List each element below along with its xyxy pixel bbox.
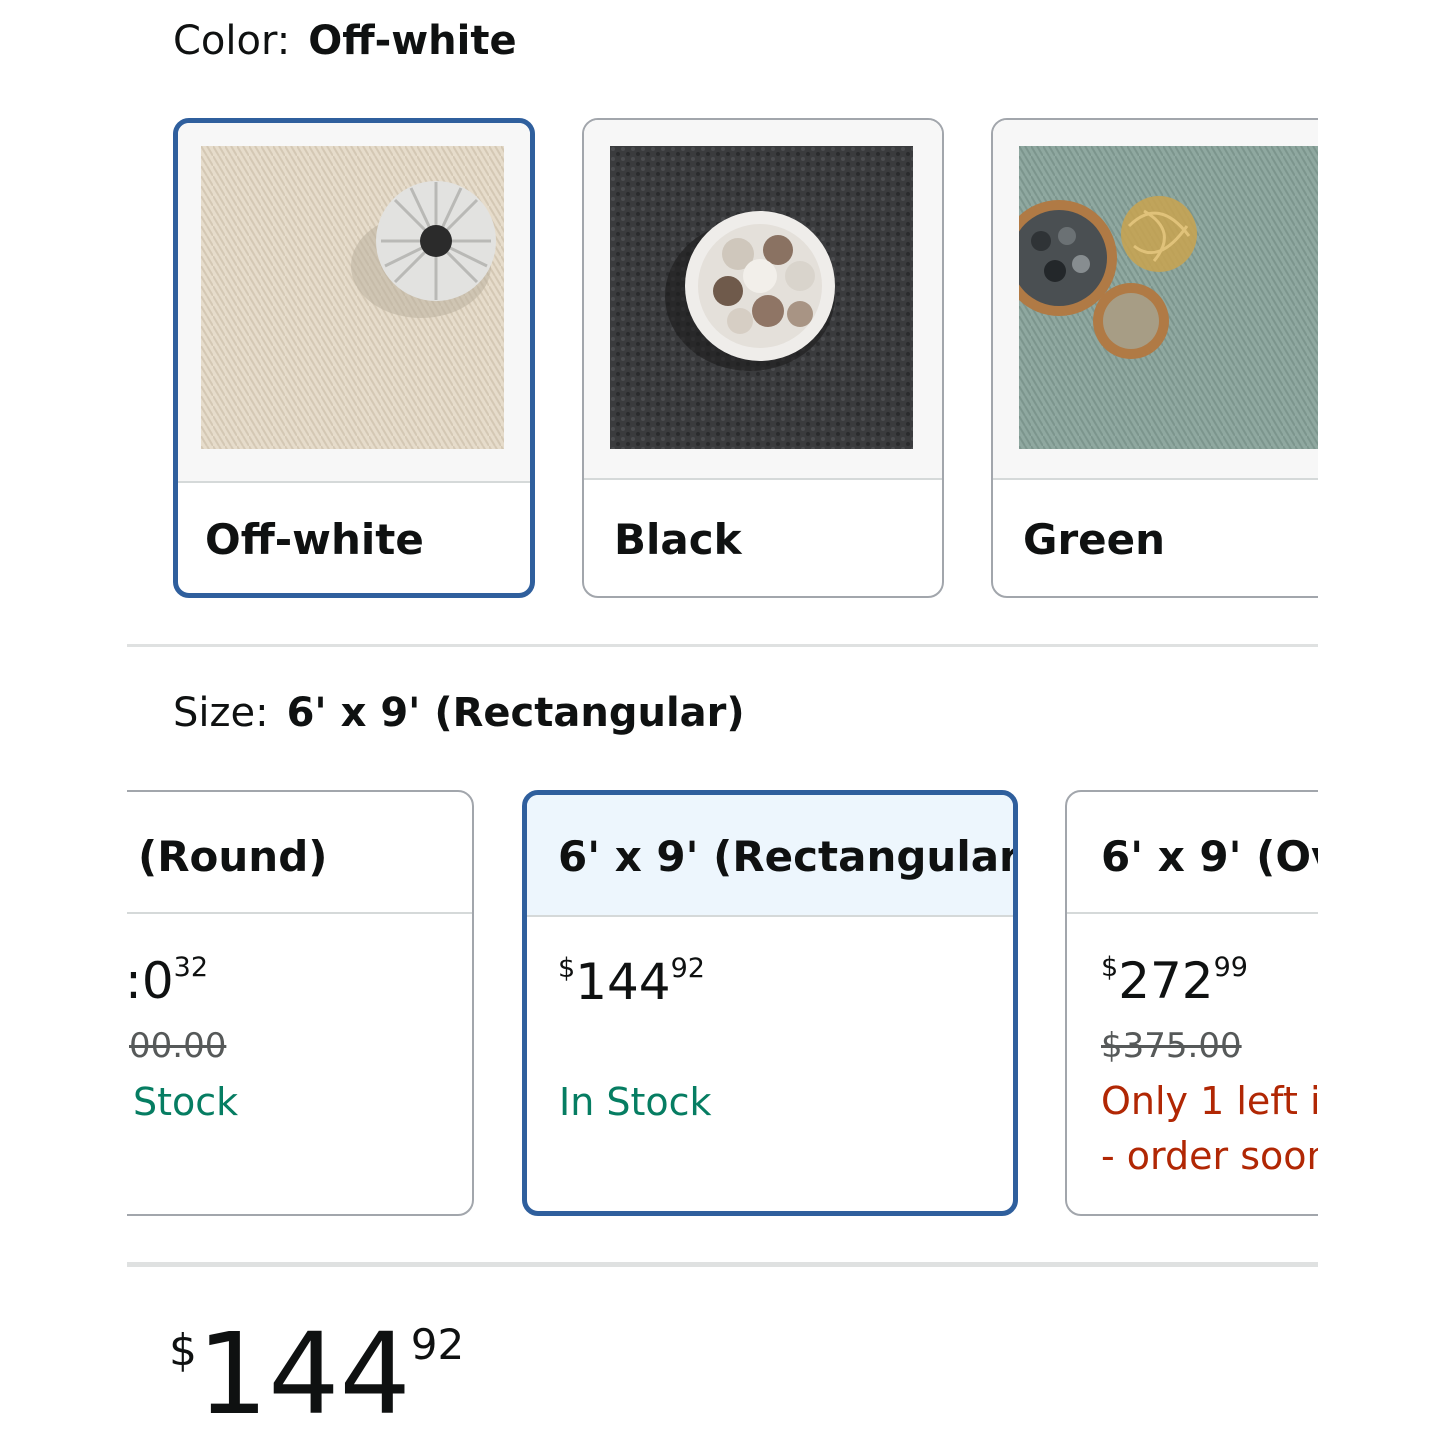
size-option-availability: Stock: [133, 1080, 239, 1124]
swatch-label: Green: [1023, 515, 1166, 564]
size-label: Size:: [173, 690, 269, 736]
variation-panel: Color: Off-white Off-white Black Green S…: [127, 0, 1318, 1445]
color-swatch-green[interactable]: Green: [991, 118, 1318, 598]
color-heading: Color: Off-white: [173, 18, 517, 64]
size-option-round[interactable]: (Round) :032 00.00 Stock: [127, 790, 474, 1216]
size-option-price: $14492: [558, 953, 705, 1011]
section-divider: [127, 644, 1318, 647]
size-option-title: (Round): [138, 832, 328, 881]
size-heading: Size: 6' x 9' (Rectangular): [173, 690, 745, 736]
green-bowls-rug-image: [1019, 146, 1318, 449]
size-option-availability: Only 1 left i - order soon: [1101, 1074, 1318, 1184]
size-option-rectangular[interactable]: 6' x 9' (Rectangular) $14492 In Stock: [522, 790, 1018, 1216]
color-swatch-black[interactable]: Black: [582, 118, 944, 598]
size-option-price: $27299: [1101, 952, 1248, 1010]
black-bowl-rug-image: [610, 146, 913, 449]
price-cents: 92: [410, 1320, 465, 1369]
color-selected-value: Off-white: [308, 18, 517, 64]
buybox-price: $14492: [169, 1310, 464, 1440]
size-option-list-price: $375.00: [1101, 1026, 1242, 1066]
size-option-title: 6' x 9' (Rectangular): [558, 832, 1018, 881]
price-whole: 144: [575, 953, 671, 1011]
swatch-image-area: [584, 120, 942, 480]
price-cents: 92: [670, 953, 705, 984]
price-cents: 99: [1213, 952, 1248, 983]
swatch-image-area: [178, 123, 530, 483]
price-whole: 272: [1118, 952, 1214, 1010]
size-option-header: 6' x 9' (Rectangular): [527, 795, 1013, 917]
size-option-availability: In Stock: [559, 1080, 712, 1124]
price-symbol: $: [1101, 952, 1119, 983]
size-option-title: 6' x 9' (Ova: [1101, 832, 1318, 881]
price-whole: 144: [197, 1310, 411, 1440]
price-cents: 32: [173, 952, 209, 983]
size-option-price: :032: [127, 952, 208, 1010]
size-selected-value: 6' x 9' (Rectangular): [286, 690, 745, 736]
size-option-list-price: 00.00: [129, 1026, 227, 1066]
color-swatch-off-white[interactable]: Off-white: [173, 118, 535, 598]
size-option-header: 6' x 9' (Ova: [1067, 792, 1318, 914]
swatch-image-area: [993, 120, 1318, 480]
availability-line: - order soon: [1101, 1134, 1318, 1178]
swatch-label: Black: [614, 515, 742, 564]
color-label: Color:: [173, 18, 291, 64]
size-option-oval[interactable]: 6' x 9' (Ova $27299 $375.00 Only 1 left …: [1065, 790, 1318, 1216]
swatch-label: Off-white: [205, 515, 424, 564]
section-divider: [127, 1262, 1318, 1267]
off-white-vase-rug-image: [201, 146, 504, 449]
price-symbol: $: [558, 953, 576, 984]
price-whole: :0: [127, 952, 174, 1010]
price-symbol: $: [169, 1325, 197, 1376]
size-option-header: (Round): [127, 792, 472, 914]
availability-line: Only 1 left i: [1101, 1079, 1318, 1123]
